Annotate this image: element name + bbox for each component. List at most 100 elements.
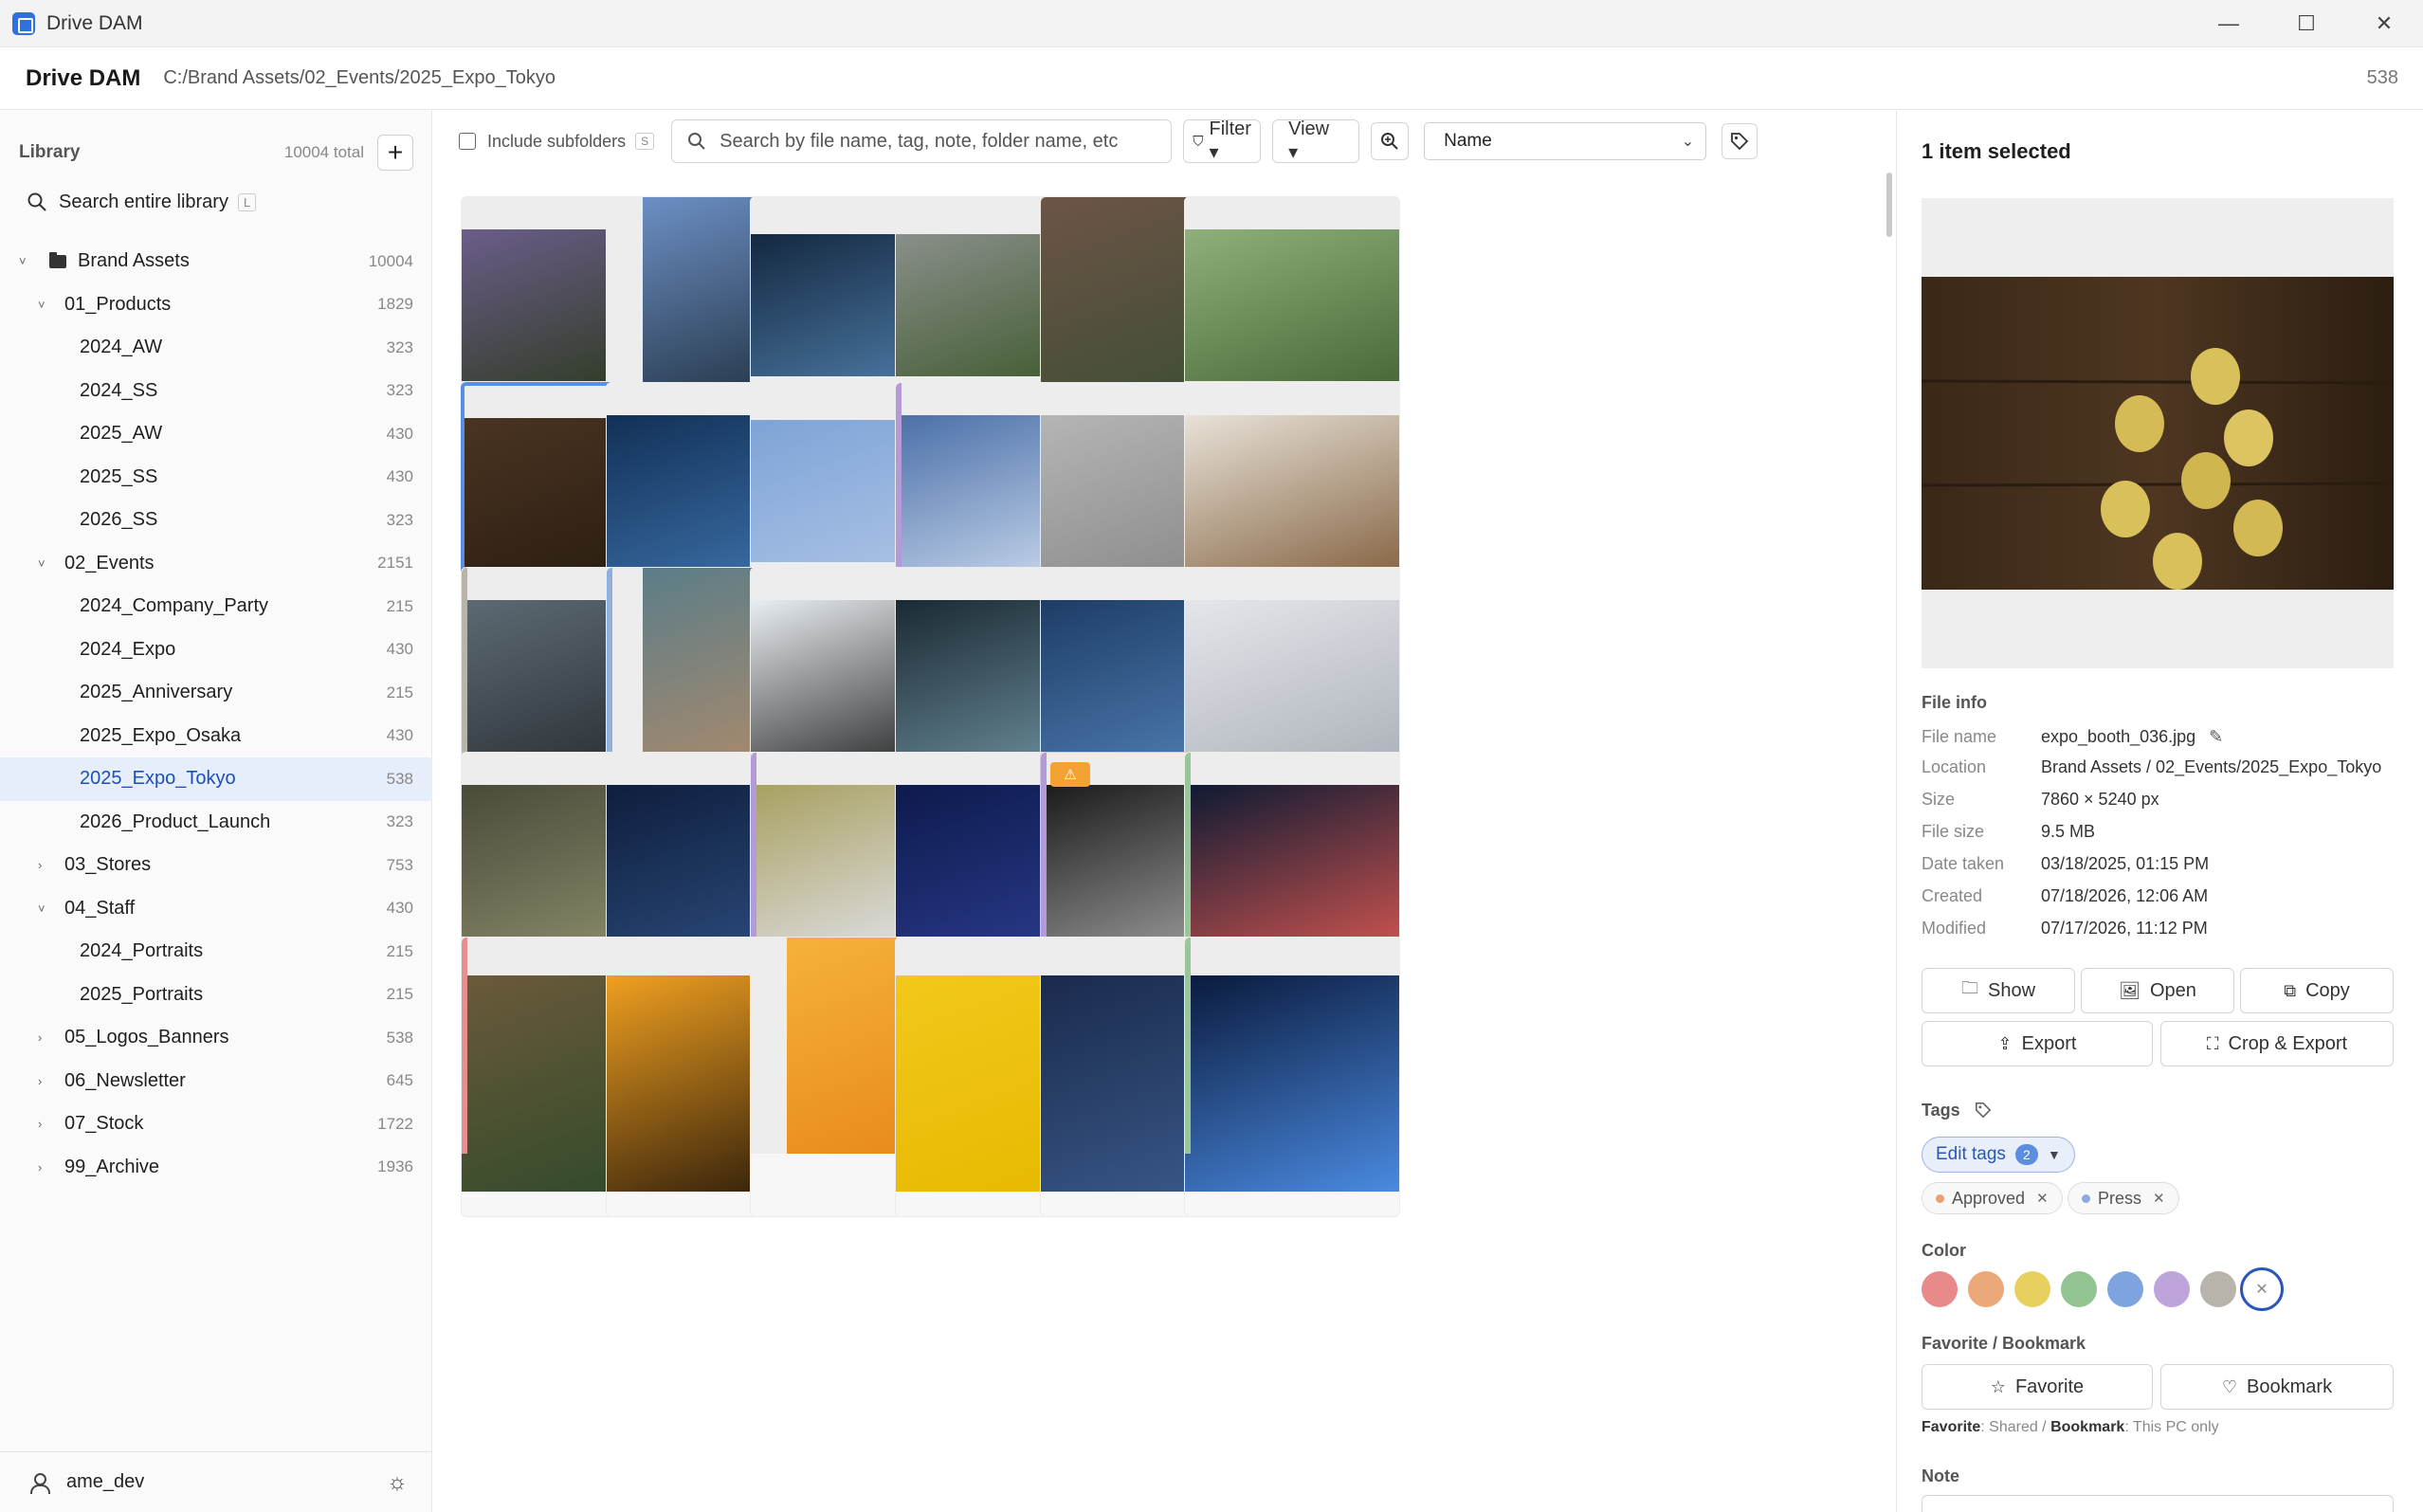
color-swatch[interactable] <box>2014 1271 2050 1307</box>
chevron-right-icon[interactable]: › <box>38 1160 42 1175</box>
tags-label-text: Tags <box>1922 1101 1960 1120</box>
grid-scrollbar[interactable] <box>1886 173 1892 237</box>
color-swatch[interactable] <box>2154 1271 2190 1307</box>
chevron-right-icon[interactable]: › <box>38 858 42 872</box>
current-path: C:/Brand Assets/02_Events/2025_Expo_Toky… <box>163 67 556 88</box>
file-info-key: Date taken <box>1922 854 2005 873</box>
favorite-label: Favorite <box>2014 1375 2085 1397</box>
toolbar: Include subfolders S ⛉ Filter ▾ View ▾ N… <box>433 111 1895 172</box>
chevron-down-icon[interactable]: ˅ <box>19 254 27 268</box>
sidebar-item-06-newsletter[interactable]: › 06_Newsletter 645 <box>0 1060 432 1103</box>
sidebar-item-2024-portraits[interactable]: 2024_Portraits 215 <box>0 930 432 974</box>
maximize-button[interactable]: ☐ <box>2268 0 2345 47</box>
color-swatch[interactable] <box>1922 1271 1958 1307</box>
app-header: Drive DAM C:/Brand Assets/02_Events/2025… <box>0 47 2423 110</box>
sidebar-item-05-logos-banners[interactable]: › 05_Logos_Banners 538 <box>0 1016 432 1060</box>
sidebar-item-2025-expo-osaka[interactable]: 2025_Expo_Osaka 430 <box>0 715 432 758</box>
sidebar-item-04-staff[interactable]: ˅ 04_Staff 430 <box>0 887 432 931</box>
sidebar-item-count: 430 <box>386 424 413 443</box>
sidebar-item-label: 2024_Company_Party <box>80 595 269 617</box>
asset-card[interactable] <box>1184 937 1400 1217</box>
chevron-right-icon[interactable]: › <box>38 1117 42 1131</box>
remove-tag-icon[interactable]: ✕ <box>2153 1190 2165 1207</box>
sidebar-item-2025-portraits[interactable]: 2025_Portraits 215 <box>0 974 432 1017</box>
sidebar-item-03-stores[interactable]: › 03_Stores 753 <box>0 844 432 887</box>
minimize-button[interactable]: — <box>2190 0 2268 47</box>
file-info-key: File size <box>1922 822 1985 841</box>
sidebar-item-2026-product-launch[interactable]: 2026_Product_Launch 323 <box>0 801 432 845</box>
folder-icon: 🗀 <box>1960 978 1978 997</box>
file-info-key: Size <box>1922 790 1956 809</box>
heart-icon: ♡ <box>2221 1376 2238 1396</box>
filter-button[interactable]: ⛉ Filter ▾ <box>1183 118 1262 163</box>
color-swatch[interactable] <box>1968 1271 2004 1307</box>
search-icon <box>688 133 705 150</box>
sort-select-value: Name <box>1444 131 1492 151</box>
copy-button[interactable]: ⧉ Copy <box>2240 968 2394 1013</box>
sidebar-item-count: 215 <box>386 985 413 1004</box>
view-button[interactable]: View ▾ <box>1272 118 1360 163</box>
show-button[interactable]: 🗀 Show <box>1922 968 2075 1013</box>
sidebar-item-02-events[interactable]: ˅ 02_Events 2151 <box>0 542 432 586</box>
sidebar-item-2024-aw[interactable]: 2024_AW 323 <box>0 326 432 370</box>
brand-title: Drive DAM <box>26 64 141 91</box>
favorite-button[interactable]: ☆ Favorite <box>1922 1364 2153 1410</box>
thumbnail-frame <box>1185 197 1399 413</box>
sidebar-item-2024-company-party[interactable]: 2024_Company_Party 215 <box>0 585 432 628</box>
sidebar-item-2025-aw[interactable]: 2025_AW 430 <box>0 412 432 456</box>
sidebar-item-2025-ss[interactable]: 2025_SS 430 <box>0 456 432 500</box>
tag-chip-press[interactable]: Press ✕ <box>2068 1182 2179 1214</box>
sidebar-item-label: 2025_Anniversary <box>80 682 233 703</box>
sidebar-item-count: 323 <box>386 381 413 400</box>
sidebar-item-07-stock[interactable]: › 07_Stock 1722 <box>0 1102 432 1146</box>
sidebar-item-count: 1829 <box>377 295 413 314</box>
remove-tag-icon[interactable]: ✕ <box>2036 1190 2049 1207</box>
sidebar-item-99-archive[interactable]: › 99_Archive 1936 <box>0 1146 432 1190</box>
clear-color-swatch[interactable]: ✕ <box>2240 1267 2284 1311</box>
sidebar-item-label: 2025_Expo_Tokyo <box>80 768 236 790</box>
zoom-button[interactable] <box>1371 122 1410 160</box>
note-pc-only: : This PC only <box>2124 1419 2219 1435</box>
sidebar-item-label: 04_Staff <box>64 897 136 919</box>
note-input[interactable] <box>1922 1495 2394 1512</box>
add-folder-button[interactable]: + <box>377 135 413 171</box>
color-swatch[interactable] <box>2200 1271 2236 1307</box>
sidebar-item-2024-expo[interactable]: 2024_Expo 430 <box>0 628 432 672</box>
edit-tags-button[interactable]: Edit tags 2 ▼ <box>1922 1137 2075 1173</box>
chevron-down-icon[interactable]: ˅ <box>38 556 46 571</box>
bookmark-button[interactable]: ♡ Bookmark <box>2160 1364 2394 1410</box>
rename-pencil-icon[interactable]: ✎ <box>2209 727 2223 747</box>
open-button[interactable]: 🖼 Open <box>2081 968 2234 1013</box>
sidebar-item-count: 1722 <box>377 1114 413 1133</box>
color-swatch[interactable] <box>2061 1271 2097 1307</box>
export-button[interactable]: ⇪ Export <box>1922 1021 2153 1066</box>
color-swatch[interactable] <box>2107 1271 2143 1307</box>
search-box[interactable] <box>671 119 1173 163</box>
shortcut-hint: S <box>635 133 655 150</box>
search-input[interactable] <box>720 130 1138 153</box>
sidebar-item-2025-expo-tokyo[interactable]: 2025_Expo_Tokyo 538 <box>0 757 432 801</box>
chevron-down-icon[interactable]: ˅ <box>38 298 46 312</box>
crop-export-button[interactable]: ⛶ Crop & Export <box>2160 1021 2394 1066</box>
chevron-right-icon[interactable]: › <box>38 1030 42 1045</box>
close-button[interactable]: ✕ <box>2345 0 2423 47</box>
chevron-right-icon[interactable]: › <box>38 1074 42 1088</box>
sidebar-item-brand-assets[interactable]: ˅ Brand Assets 10004 <box>0 240 432 283</box>
sidebar-item-count: 323 <box>386 510 413 529</box>
tag-chip-approved[interactable]: Approved ✕ <box>1922 1182 2063 1214</box>
asset-grid: expo_booth_002.jpgBrand Assets / 02_Even… <box>433 172 1895 1512</box>
sidebar-item-2024-ss[interactable]: 2024_SS 323 <box>0 370 432 413</box>
sidebar-item-label: 2026_Product_Launch <box>80 811 271 832</box>
sidebar-item-label: 2025_Expo_Osaka <box>80 724 242 746</box>
show-label: Show <box>1987 979 2036 1001</box>
sidebar-item-01-products[interactable]: ˅ 01_Products 1829 <box>0 283 432 327</box>
sidebar-item-count: 430 <box>386 640 413 659</box>
sidebar-item-2026-ss[interactable]: 2026_SS 323 <box>0 499 432 542</box>
include-subfolders-checkbox[interactable] <box>459 133 476 150</box>
chevron-down-icon[interactable]: ˅ <box>38 902 46 916</box>
settings-icon[interactable]: ☼ <box>387 1469 408 1496</box>
sidebar-item-2025-anniversary[interactable]: 2025_Anniversary 215 <box>0 671 432 715</box>
search-library-button[interactable]: Search entire library L <box>27 183 257 221</box>
sort-select[interactable]: Name ⌄ <box>1424 122 1707 160</box>
tag-button[interactable] <box>1722 123 1758 159</box>
